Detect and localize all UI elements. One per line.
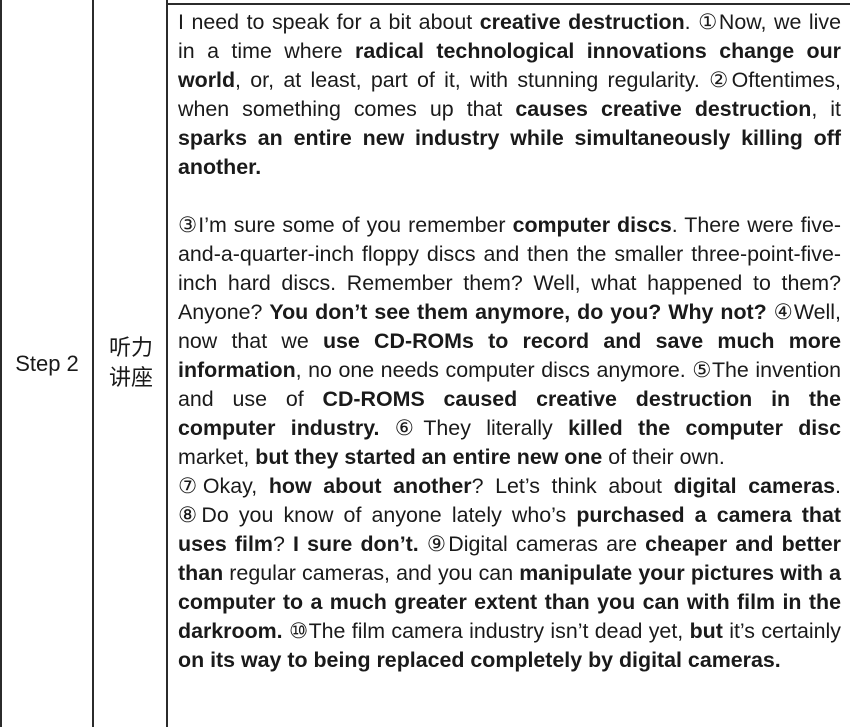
emphasized-text: digital cameras bbox=[673, 474, 836, 498]
text-run: ? bbox=[272, 532, 294, 556]
text-run: regular cameras, and you can bbox=[223, 561, 520, 585]
emphasized-text: You don’t see them anymore, do you? Why … bbox=[269, 300, 767, 324]
emphasized-text: sparks an entire new industry while simu… bbox=[178, 126, 841, 179]
text-run: ⑦Okay, bbox=[178, 474, 269, 498]
emphasized-text: on its way to being replaced completely … bbox=[178, 648, 781, 672]
emphasized-text: but they started an entire new one bbox=[255, 445, 603, 469]
emphasized-text: but bbox=[689, 619, 723, 643]
paragraph-2: ③I’m sure some of you remember computer … bbox=[178, 211, 841, 472]
step-label: Step 2 bbox=[15, 350, 79, 376]
emphasized-text: I sure don’t. bbox=[293, 532, 419, 556]
text-run: ③I’m sure some of you remember bbox=[178, 213, 513, 237]
emphasized-text: computer discs bbox=[512, 213, 672, 237]
text-run: ⑥They literally bbox=[379, 416, 569, 440]
emphasized-text: killed the computer disc bbox=[568, 416, 841, 440]
table-divider-1 bbox=[92, 0, 94, 727]
lecture-transcript: I need to speak for a bit about creative… bbox=[178, 8, 841, 675]
lesson-table: Step 2 听力讲座 I need to speak for a bit ab… bbox=[0, 0, 850, 727]
text-run: of their own. bbox=[602, 445, 725, 469]
text-run: market, bbox=[178, 445, 256, 469]
activity-type-cell: 听力讲座 bbox=[95, 0, 167, 727]
paragraph-1: I need to speak for a bit about creative… bbox=[178, 8, 841, 182]
text-run: I need to speak for a bit about bbox=[178, 10, 480, 34]
step-cell: Step 2 bbox=[2, 0, 92, 727]
text-run: ⑩The film camera industry isn’t dead yet… bbox=[282, 619, 690, 643]
text-run: , it bbox=[811, 97, 841, 121]
table-top-rule bbox=[168, 3, 850, 5]
emphasized-text: causes creative destruction bbox=[515, 97, 812, 121]
text-run: ? Let’s think about bbox=[471, 474, 674, 498]
emphasized-text: creative destruction bbox=[479, 10, 685, 34]
text-run: it’s certainly bbox=[722, 619, 841, 643]
emphasized-text: how about another bbox=[268, 474, 472, 498]
text-run: ⑨Digital cameras are bbox=[418, 532, 646, 556]
activity-type-label: 听力讲座 bbox=[108, 335, 153, 391]
paragraph-3: ⑦Okay, how about another? Let’s think ab… bbox=[178, 472, 841, 675]
